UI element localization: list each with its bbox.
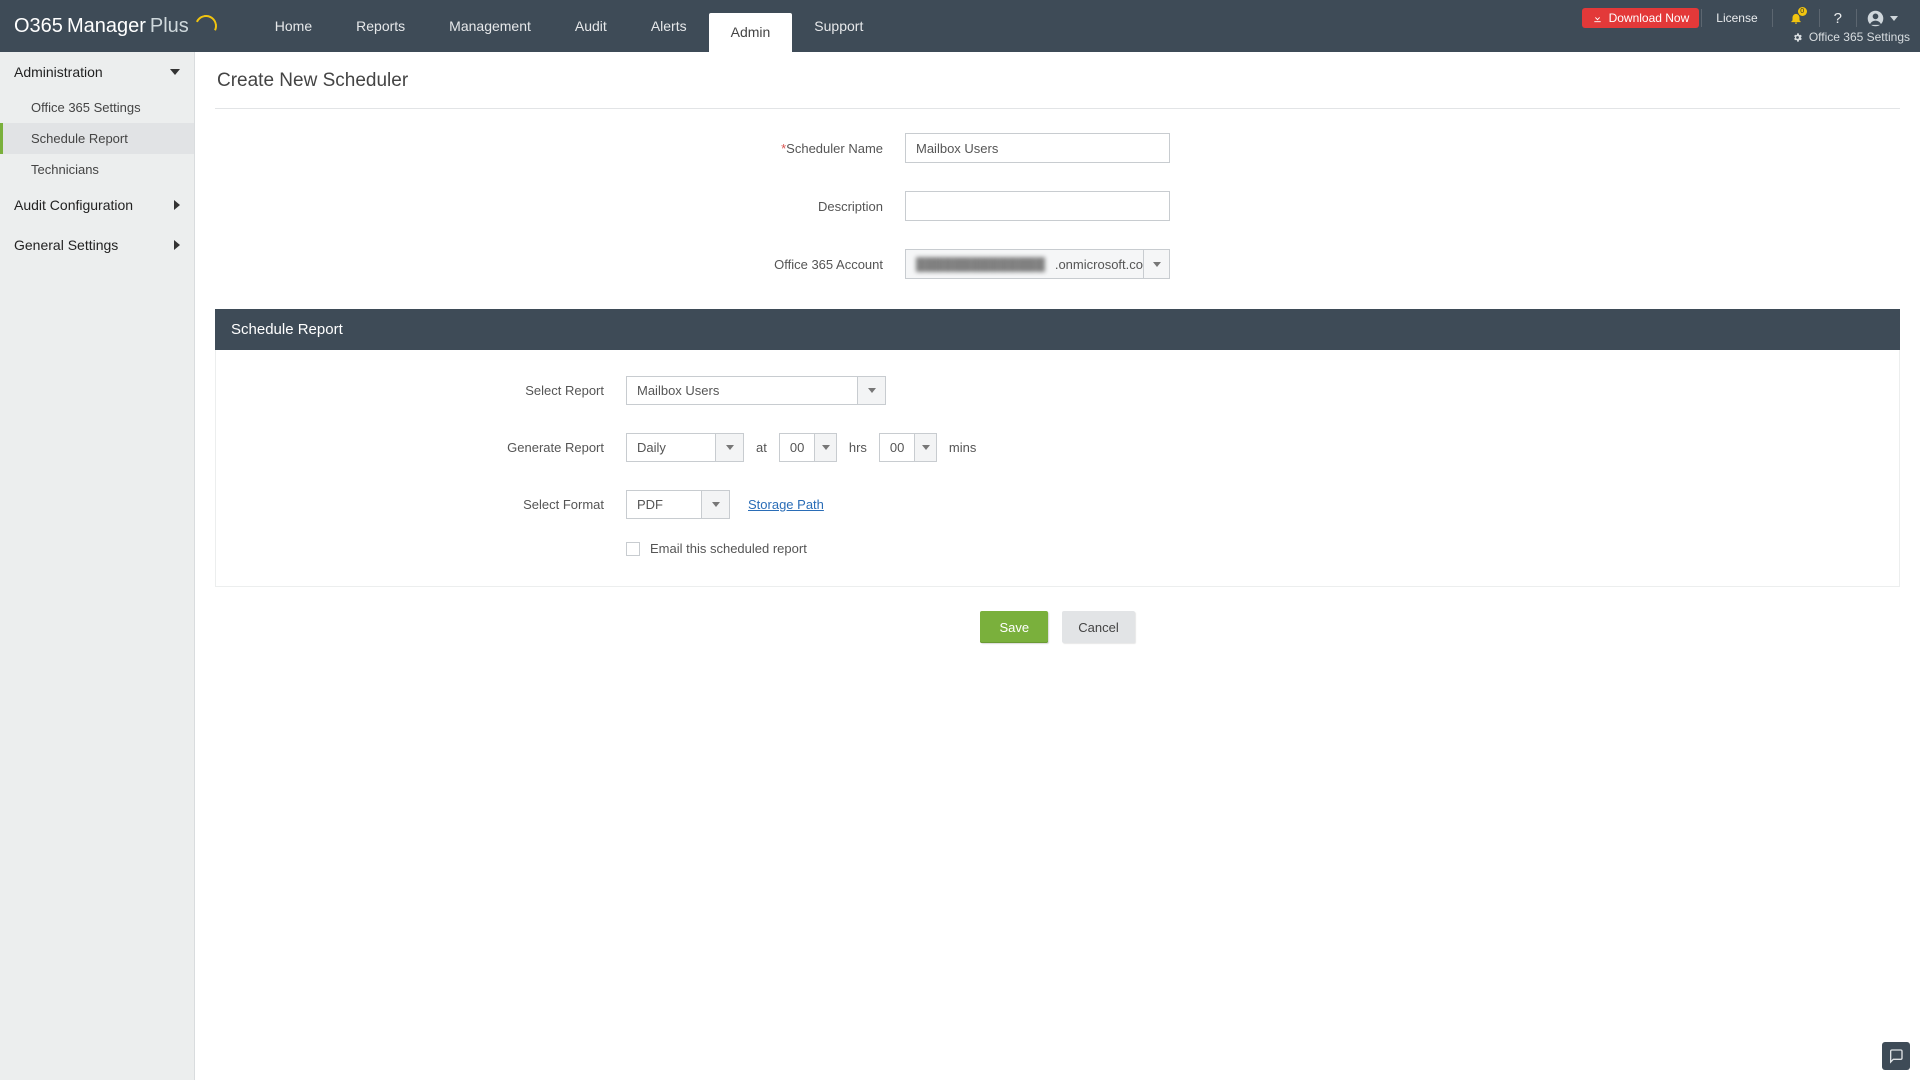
schedule-report-section-header: Schedule Report [215,309,1900,350]
separator [1856,9,1857,27]
label-hrs: hrs [849,440,867,455]
select-report-label: Select Report [216,383,626,398]
chat-button[interactable] [1882,1042,1910,1070]
logo-part2: Manager [67,15,146,38]
logo-swoosh-icon [192,12,220,40]
sidebar-section-label: Administration [14,64,103,80]
download-icon [1592,13,1603,24]
description-input[interactable] [905,191,1170,221]
logo-part3: Plus [150,15,189,38]
chevron-down-icon [170,69,180,75]
hours-dropdown[interactable]: 00 [779,433,837,462]
product-logo: O365 Manager Plus [0,0,233,52]
nav-audit[interactable]: Audit [553,0,629,52]
chat-icon [1888,1048,1904,1064]
separator [1701,9,1702,27]
sidebar-section-general-settings[interactable]: General Settings [0,225,194,265]
select-report-dropdown[interactable]: Mailbox Users [626,376,886,405]
page-title: Create New Scheduler [215,66,1900,109]
save-button[interactable]: Save [980,611,1048,643]
download-label: Download Now [1609,11,1690,25]
settings-shortcut[interactable]: Office 365 Settings [1792,30,1910,44]
nav-support[interactable]: Support [792,0,885,52]
label-at: at [756,440,767,455]
scheduler-name-label: *Scheduler Name [215,141,905,156]
nav-alerts[interactable]: Alerts [629,0,709,52]
sidebar-section-label: General Settings [14,237,118,253]
notification-count: 0 [1798,7,1807,16]
frequency-dropdown[interactable]: Daily [626,433,744,462]
scheduler-name-input[interactable] [905,133,1170,163]
user-icon [1867,10,1884,27]
sidebar: Administration Office 365 Settings Sched… [0,52,195,1080]
notifications-button[interactable]: 0 [1775,6,1817,30]
account-value-suffix: .onmicrosoft.co [1055,257,1143,272]
caret-down-icon [1890,16,1898,21]
format-value: PDF [627,497,701,512]
chevron-down-icon [914,434,936,461]
frequency-value: Daily [627,440,715,455]
user-menu[interactable] [1859,6,1906,30]
separator [1819,9,1820,27]
format-dropdown[interactable]: PDF [626,490,730,519]
chevron-down-icon [814,434,836,461]
sidebar-section-audit-config[interactable]: Audit Configuration [0,185,194,225]
nav-reports[interactable]: Reports [334,0,427,52]
nav-admin[interactable]: Admin [709,13,793,52]
top-bar: O365 Manager Plus Home Reports Managemen… [0,0,1920,52]
topbar-right: Download Now License 0 ? [1582,4,1914,32]
generate-report-label: Generate Report [216,440,626,455]
chevron-down-icon [857,377,885,404]
email-report-label: Email this scheduled report [650,541,807,556]
download-button[interactable]: Download Now [1582,8,1700,28]
sidebar-section-administration[interactable]: Administration [0,52,194,92]
cancel-button[interactable]: Cancel [1062,611,1134,643]
sidebar-section-label: Audit Configuration [14,197,133,213]
chevron-down-icon [701,491,729,518]
chevron-right-icon [174,200,180,210]
select-format-label: Select Format [216,497,626,512]
gear-icon [1792,32,1803,43]
nav-management[interactable]: Management [427,0,553,52]
storage-path-link[interactable]: Storage Path [748,497,824,512]
account-select[interactable]: ██████████████ .onmicrosoft.co [905,249,1170,279]
account-label: Office 365 Account [215,257,905,272]
main-content: Create New Scheduler *Scheduler Name Des… [195,52,1920,1080]
nav-home[interactable]: Home [253,0,334,52]
help-button[interactable]: ? [1822,6,1854,30]
top-nav: Home Reports Management Audit Alerts Adm… [253,0,886,52]
description-label: Description [215,199,905,214]
sidebar-item-technicians[interactable]: Technicians [0,154,194,185]
sidebar-item-schedule-report[interactable]: Schedule Report [0,123,194,154]
chevron-down-icon [1143,250,1169,278]
hours-value: 00 [780,440,814,455]
minutes-value: 00 [880,440,914,455]
logo-part1: O365 [14,15,63,38]
select-report-value: Mailbox Users [627,383,857,398]
sidebar-item-o365-settings[interactable]: Office 365 Settings [0,92,194,123]
minutes-dropdown[interactable]: 00 [879,433,937,462]
settings-shortcut-label: Office 365 Settings [1809,30,1910,44]
email-report-checkbox[interactable] [626,542,640,556]
label-mins: mins [949,440,976,455]
account-value-mask: ██████████████ [916,257,1053,272]
chevron-down-icon [715,434,743,461]
separator [1772,9,1773,27]
license-link[interactable]: License [1704,6,1769,30]
chevron-right-icon [174,240,180,250]
